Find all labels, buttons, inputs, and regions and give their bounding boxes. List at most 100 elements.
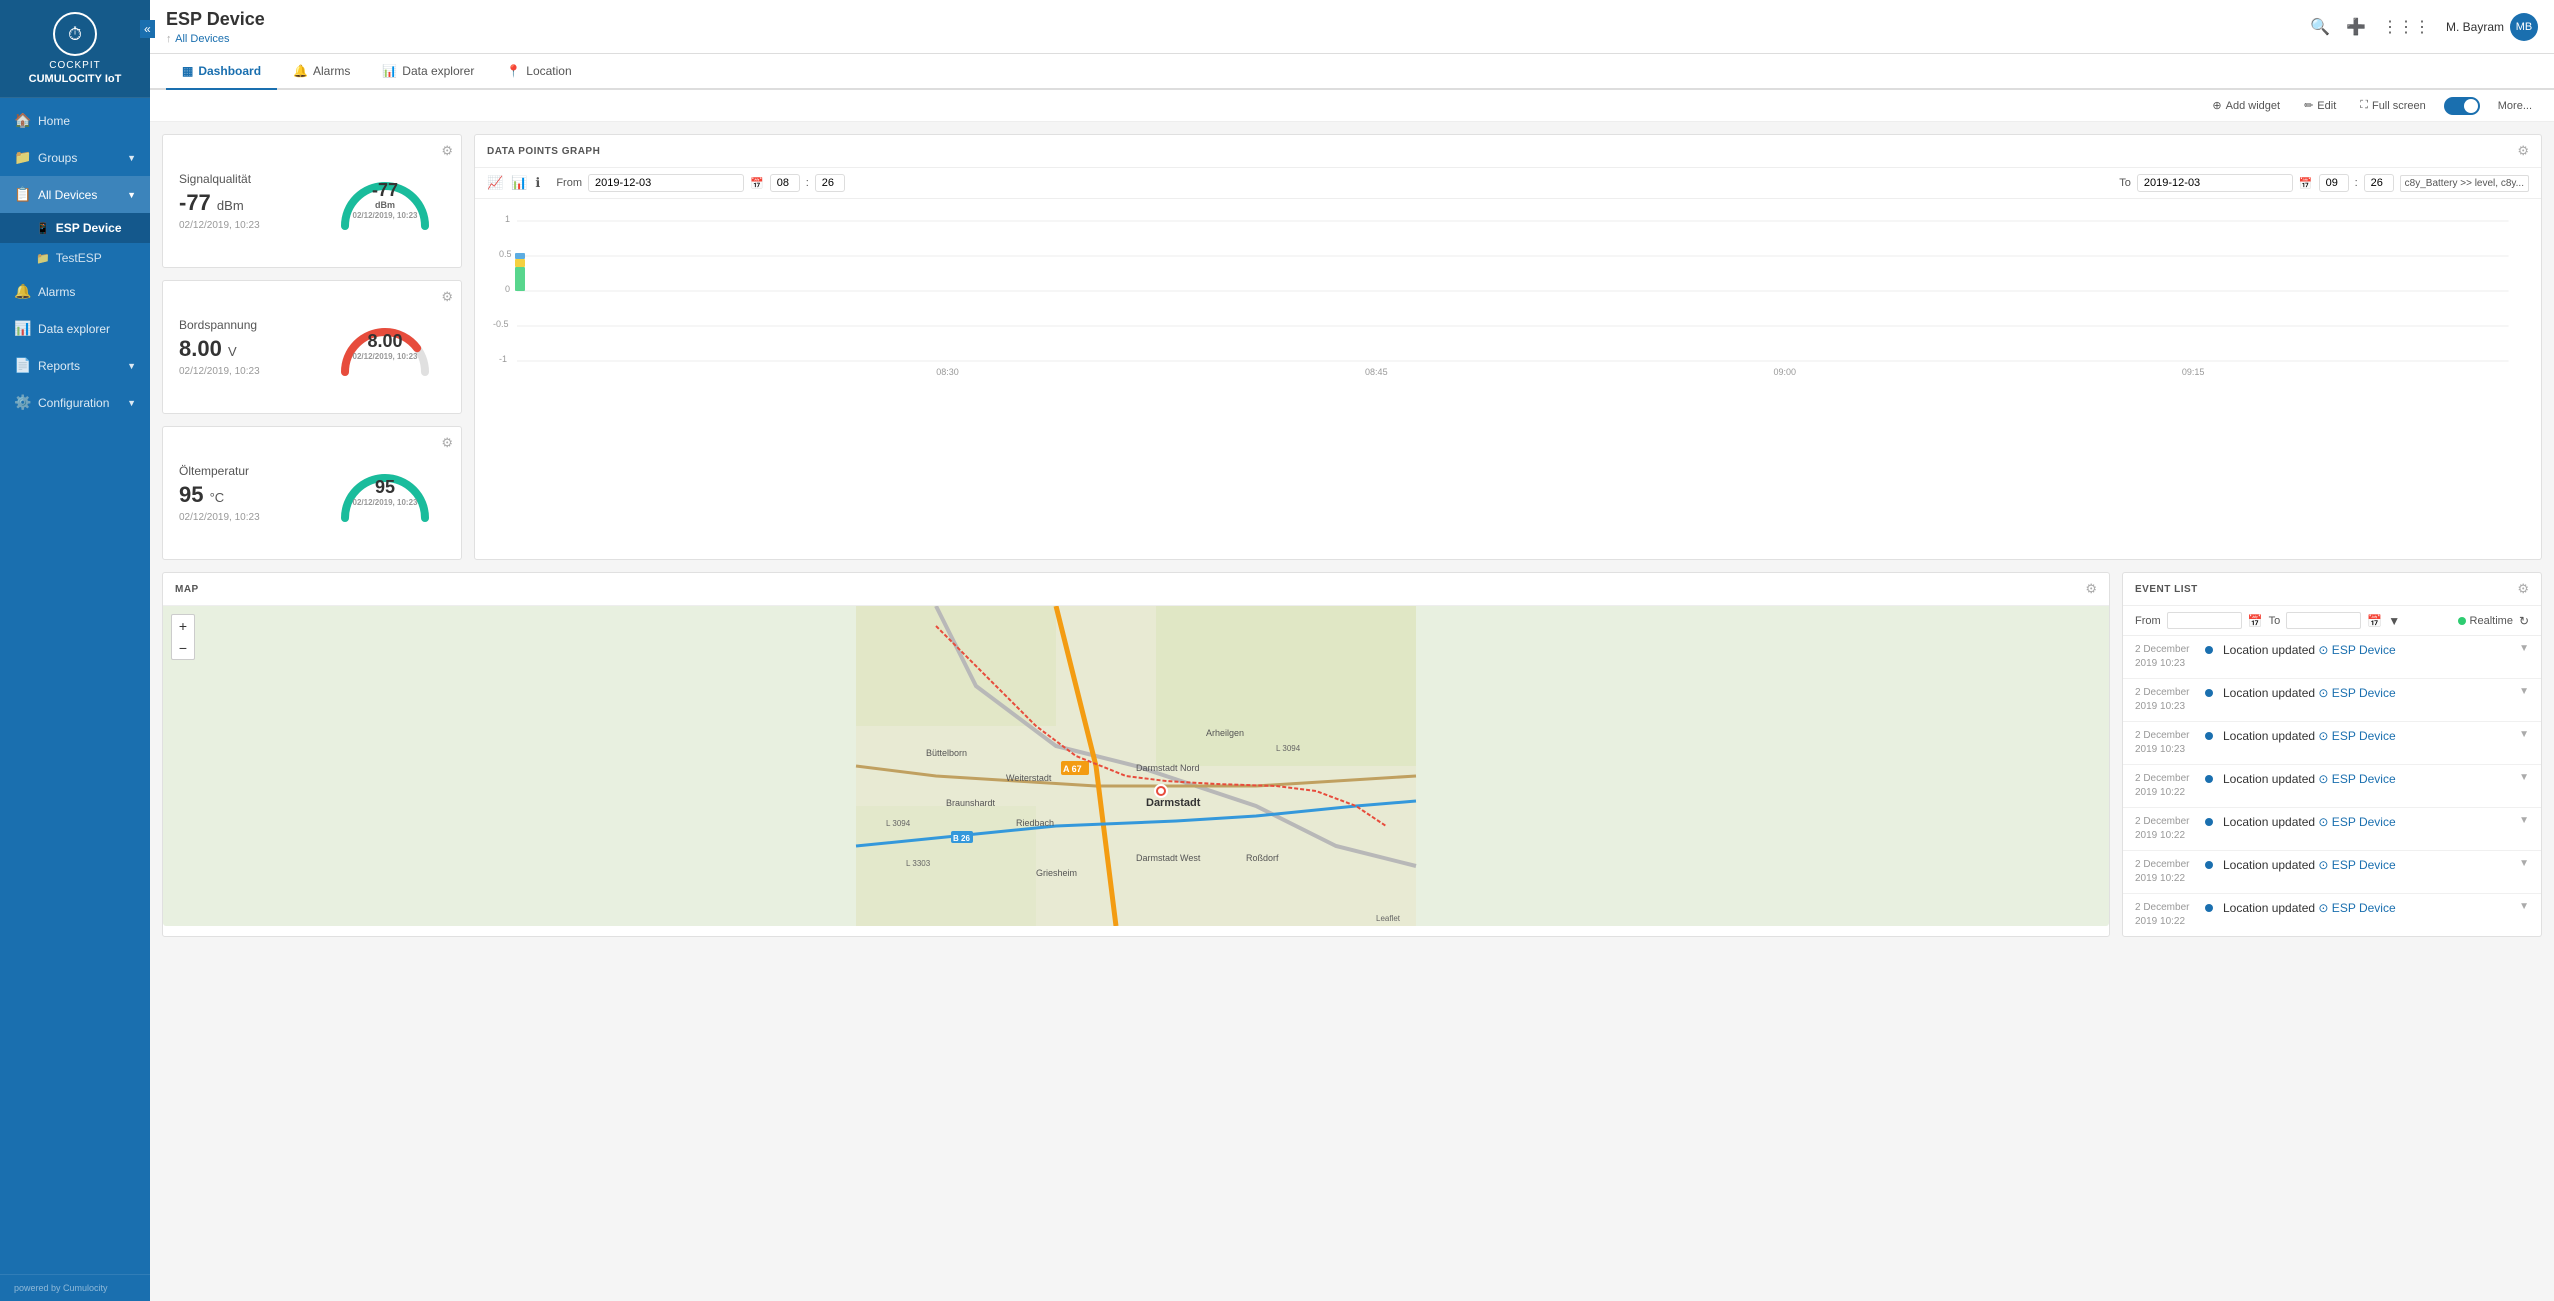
sidebar-item-reports[interactable]: 📄 Reports ▼: [0, 347, 150, 384]
bordspannung-center-text: 8.00 02/12/2019, 10:23: [353, 332, 418, 362]
svg-text:Darmstadt West: Darmstadt West: [1136, 853, 1201, 863]
sidebar-item-testesp[interactable]: 📁 TestESP: [0, 243, 150, 273]
full-screen-button[interactable]: ⛶ Full screen: [2354, 96, 2432, 115]
event-expand-icon[interactable]: ▼: [2519, 772, 2529, 783]
event-list-item[interactable]: 2 December2019 10:22 Location updated ⊙ …: [2123, 808, 2541, 851]
event-list-item[interactable]: 2 December2019 10:23 Location updated ⊙ …: [2123, 636, 2541, 679]
event-from-label: From: [2135, 615, 2161, 627]
map-placeholder: + −: [163, 606, 2109, 926]
svg-text:-1: -1: [499, 354, 507, 364]
event-expand-icon[interactable]: ▼: [2519, 815, 2529, 826]
zoom-in-button[interactable]: +: [172, 615, 194, 637]
event-expand-icon[interactable]: ▼: [2519, 858, 2529, 869]
graph-line-icon[interactable]: 📈: [487, 175, 503, 191]
sidebar-item-groups[interactable]: 📁 Groups ▼: [0, 139, 150, 176]
graph-to-time-m-input[interactable]: [2364, 174, 2394, 192]
breadcrumb: ↑ All Devices: [166, 30, 265, 45]
graph-from-date-input[interactable]: [588, 174, 744, 192]
tab-data-explorer[interactable]: 📊 Data explorer: [366, 54, 490, 90]
event-date: 2 December2019 10:22: [2135, 815, 2195, 843]
sidebar-item-esp-device[interactable]: 📱 ESP Device: [0, 213, 150, 243]
event-calendar-from-icon[interactable]: 📅: [2248, 614, 2263, 628]
event-list-settings-button[interactable]: ⚙: [2517, 581, 2529, 597]
more-button[interactable]: More...: [2492, 97, 2538, 115]
grid-icon[interactable]: ⋮⋮⋮: [2382, 17, 2430, 37]
event-from-input[interactable]: [2167, 612, 2242, 629]
sidebar-item-home[interactable]: 🏠 Home: [0, 102, 150, 139]
signal-center-value: -77: [372, 180, 398, 200]
sidebar-item-alarms[interactable]: 🔔 Alarms: [0, 273, 150, 310]
search-icon[interactable]: 🔍: [2310, 17, 2330, 37]
graph-to-time-h-input[interactable]: [2319, 174, 2349, 192]
event-dot-icon: [2205, 775, 2213, 783]
brand-name: CUMULOCITY IoT: [12, 73, 138, 85]
configuration-icon: ⚙️: [14, 394, 30, 411]
event-list-item[interactable]: 2 December2019 10:22 Location updated ⊙ …: [2123, 851, 2541, 894]
realtime-toggle[interactable]: [2444, 97, 2480, 115]
event-refresh-button[interactable]: ↻: [2519, 614, 2529, 628]
tab-alarms[interactable]: 🔔 Alarms: [277, 54, 366, 90]
add-widget-button[interactable]: ⊕ Add widget: [2206, 96, 2286, 115]
map-settings-button[interactable]: ⚙: [2085, 581, 2097, 597]
graph-calendar-icon[interactable]: 📅: [750, 177, 764, 190]
bordspannung-center-sub: 02/12/2019, 10:23: [353, 352, 418, 362]
groups-icon: 📁: [14, 149, 30, 166]
add-icon[interactable]: ➕: [2346, 17, 2366, 37]
event-list-item[interactable]: 2 December2019 10:23 Location updated ⊙ …: [2123, 722, 2541, 765]
user-menu[interactable]: M. Bayram MB: [2446, 13, 2538, 41]
graph-info-icon[interactable]: ℹ: [535, 175, 540, 191]
sidebar-item-label-reports: Reports: [38, 359, 80, 373]
tab-data-explorer-icon: 📊: [382, 64, 397, 78]
event-list-item[interactable]: 2 December2019 10:22 Location updated ⊙ …: [2123, 894, 2541, 936]
event-realtime-label: Realtime: [2470, 615, 2513, 627]
event-expand-icon[interactable]: ▼: [2519, 643, 2529, 654]
graph-to-calendar-icon[interactable]: 📅: [2299, 177, 2313, 190]
graph-settings-button[interactable]: ⚙: [2517, 143, 2529, 159]
event-device: ⊙ ESP Device: [2318, 772, 2395, 786]
tab-location[interactable]: 📍 Location: [490, 54, 587, 90]
sidebar-item-all-devices[interactable]: 📋 All Devices ▼: [0, 176, 150, 213]
signal-title: Signalqualität: [179, 172, 325, 186]
svg-text:Roßdorf: Roßdorf: [1246, 853, 1279, 863]
event-calendar-to-icon[interactable]: 📅: [2367, 614, 2382, 628]
sidebar-logo: ⏱ COCKPIT CUMULOCITY IoT: [0, 0, 150, 98]
tab-dashboard[interactable]: ▦ Dashboard: [166, 54, 277, 90]
graph-series-dropdown[interactable]: c8y_Battery >> level, c8y...: [2400, 175, 2529, 192]
tab-data-explorer-label: Data explorer: [402, 64, 474, 78]
dashboard-row-2: MAP ⚙ + −: [162, 572, 2542, 937]
sidebar-item-data-explorer[interactable]: 📊 Data explorer: [0, 310, 150, 347]
signal-settings-button[interactable]: ⚙: [441, 143, 453, 159]
graph-to-label: To: [2119, 177, 2131, 189]
graph-bar-icon[interactable]: 📊: [511, 175, 527, 191]
event-expand-icon[interactable]: ▼: [2519, 686, 2529, 697]
event-list-item[interactable]: 2 December2019 10:23 Location updated ⊙ …: [2123, 679, 2541, 722]
graph-time-sep: :: [806, 177, 809, 189]
edit-button[interactable]: ✏ Edit: [2298, 96, 2342, 115]
sidebar-collapse-button[interactable]: «: [140, 20, 150, 38]
oeltemperatur-settings-button[interactable]: ⚙: [441, 435, 453, 451]
event-expand-icon[interactable]: ▼: [2519, 901, 2529, 912]
breadcrumb-link[interactable]: All Devices: [175, 33, 229, 45]
graph-to-time-sep: :: [2355, 177, 2358, 189]
event-expand-icon[interactable]: ▼: [2519, 729, 2529, 740]
event-device: ⊙ ESP Device: [2318, 686, 2395, 700]
event-to-input[interactable]: [2286, 612, 2361, 629]
signal-gauge-chart: -77 dBm02/12/2019, 10:23: [325, 151, 445, 251]
graph-from-time-h-input[interactable]: [770, 174, 800, 192]
bordspannung-unit: V: [228, 344, 237, 359]
event-device: ⊙ ESP Device: [2318, 901, 2395, 915]
sidebar-item-configuration[interactable]: ⚙️ Configuration ▼: [0, 384, 150, 421]
sidebar-item-label-groups: Groups: [38, 151, 77, 165]
svg-text:Griesheim: Griesheim: [1036, 868, 1077, 878]
bordspannung-number: 8.00: [179, 336, 222, 361]
breadcrumb-arrow-icon: ↑: [166, 33, 172, 45]
event-date: 2 December2019 10:22: [2135, 772, 2195, 800]
event-list-item[interactable]: 2 December2019 10:22 Location updated ⊙ …: [2123, 765, 2541, 808]
event-list-widget: EVENT LIST ⚙ From 📅 To 📅 ▼ Realtime ↻: [2122, 572, 2542, 937]
graph-from-time-m-input[interactable]: [815, 174, 845, 192]
zoom-out-button[interactable]: −: [172, 637, 194, 659]
edit-label: Edit: [2317, 100, 2336, 112]
bordspannung-settings-button[interactable]: ⚙: [441, 289, 453, 305]
event-filter-button[interactable]: ▼: [2388, 614, 2400, 628]
graph-to-date-input[interactable]: [2137, 174, 2293, 192]
